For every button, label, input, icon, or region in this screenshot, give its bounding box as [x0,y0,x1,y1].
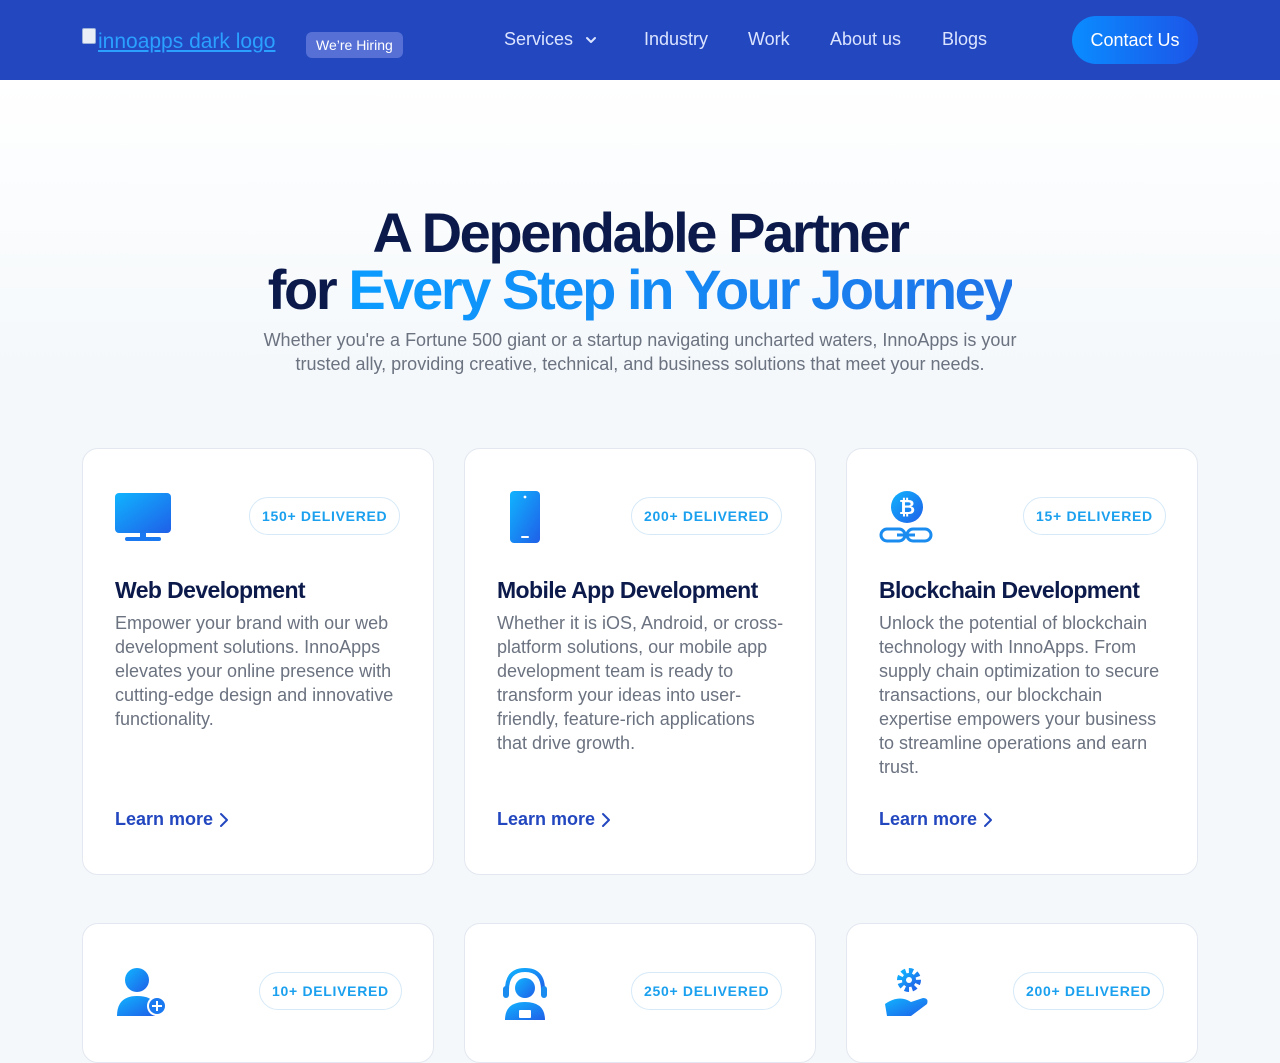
user-add-icon [117,968,167,1016]
logo-alt-text: innoapps dark logo [98,30,276,53]
support-agent-icon [503,967,547,1020]
hero-title-line-2: for Every Step in Your Journey [0,257,1280,322]
hero-subtitle: Whether you're a Fortune 500 giant or a … [240,328,1040,376]
hiring-badge[interactable]: We’re Hiring [306,32,403,58]
hero-title-line-1: A Dependable Partner [372,201,910,264]
card-description: Unlock the potential of blockchain techn… [879,613,1160,777]
card-title: Web Development [115,577,306,603]
chevron-right-icon [220,812,229,827]
service-card-web: 150+ DELIVERED Web Development Empower y… [82,448,434,875]
hand-gear-icon [885,968,928,1016]
nav-item-services[interactable]: Services [504,29,573,50]
broken-image-icon [82,28,96,44]
delivered-badge: 200+ DELIVERED [1013,972,1165,1010]
chevron-right-icon [602,812,611,827]
hero-title-highlight: Every Step in Your Journey [348,258,1014,321]
logo-link[interactable]: innoapps dark logo [82,28,276,54]
card-description: Empower your brand with our web developm… [115,613,394,729]
delivered-badge: 150+ DELIVERED [249,497,401,535]
chevron-right-icon [984,812,993,827]
hero-subtitle-line-1: Whether you're a Fortune 500 giant or a … [263,330,1017,350]
hero-subtitle-line-2: trusted ally, providing creative, techni… [295,354,985,374]
learn-more-label: Learn more [115,809,214,829]
learn-more-label: Learn more [497,809,596,829]
top-navbar: innoapps dark logo We’re Hiring Services… [0,0,1280,80]
nav-item-blogs[interactable]: Blogs [942,29,987,50]
card-title: Blockchain Development [879,577,1140,603]
learn-more-link[interactable]: Learn more [115,809,229,830]
learn-more-link[interactable]: Learn more [497,809,611,830]
bitcoin-chain-icon: ₿ [879,491,933,543]
hero-title-prefix: for [267,258,349,321]
service-card-5: 250+ DELIVERED [464,923,816,1063]
nav-item-work[interactable]: Work [748,29,790,50]
service-card-4: 10+ DELIVERED [82,923,434,1063]
svg-text:₿: ₿ [899,495,915,519]
delivered-badge: 15+ DELIVERED [1023,497,1166,535]
card-description: Whether it is iOS, Android, or cross-pla… [497,613,784,753]
monitor-icon [115,493,171,541]
service-card-blockchain: ₿ 15+ DELIVERED Blockchain Development U… [846,448,1198,875]
learn-more-label: Learn more [879,809,978,829]
delivered-badge: 200+ DELIVERED [631,497,783,535]
service-card-mobile: 200+ DELIVERED Mobile App Development Wh… [464,448,816,875]
learn-more-link[interactable]: Learn more [879,809,993,830]
smartphone-icon [510,491,540,543]
card-title: Mobile App Development [497,577,758,603]
contact-us-button[interactable]: Contact Us [1072,16,1198,64]
delivered-badge: 10+ DELIVERED [259,972,402,1010]
chevron-down-icon[interactable] [585,34,597,46]
service-card-6: 200+ DELIVERED [846,923,1198,1063]
nav-item-industry[interactable]: Industry [644,29,708,50]
nav-item-about-us[interactable]: About us [830,29,901,50]
delivered-badge: 250+ DELIVERED [631,972,783,1010]
